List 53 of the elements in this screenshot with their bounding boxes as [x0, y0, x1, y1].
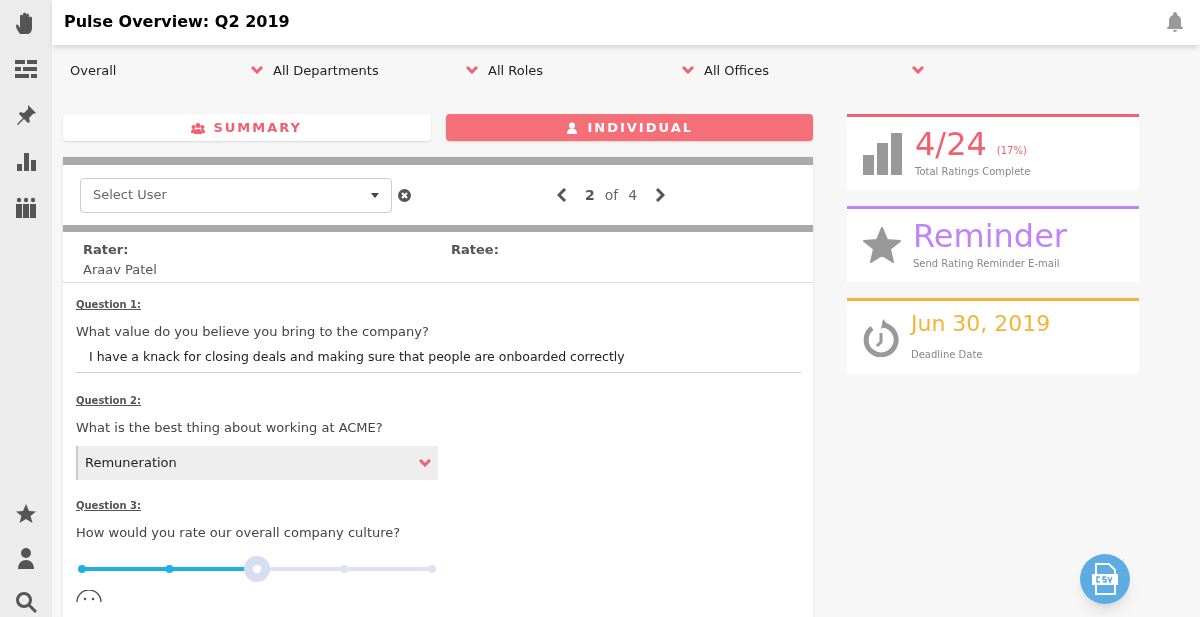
chevron-down-icon — [912, 66, 924, 75]
page-number: 2 — [585, 185, 595, 205]
stat-caption: Deadline Date — [911, 348, 984, 362]
next-icon[interactable] — [655, 188, 666, 202]
bar-chart-icon — [863, 132, 903, 175]
previous-icon[interactable] — [557, 188, 567, 202]
stat-value: 4/24 — [915, 128, 987, 160]
layout-icon — [15, 58, 37, 80]
stat-card[interactable]: Reminder Send Rating Reminder E-mail — [847, 206, 1139, 282]
user-icon — [565, 121, 580, 134]
face-icon — [76, 590, 102, 603]
select-user-dropdown[interactable]: Select User — [80, 177, 392, 213]
filter-dropdown[interactable]: Overall — [70, 60, 273, 80]
bar-chart-icon — [15, 150, 37, 172]
chevron-down-icon — [466, 66, 478, 75]
star-icon — [863, 226, 901, 265]
rater-name: Araav Patel — [83, 260, 158, 279]
page-title: Pulse Overview: Q2 2019 — [64, 11, 290, 34]
question-text: What is the best thing about working at ACME? — [76, 419, 384, 438]
clear-icon[interactable] — [398, 188, 411, 202]
chevron-down-icon — [419, 458, 431, 467]
ratee-label: Ratee: — [451, 242, 499, 257]
filter-dropdown[interactable]: All Offices — [704, 60, 934, 80]
page-total: 4 — [628, 185, 638, 205]
people-icon — [15, 196, 37, 218]
page-of-label: of — [604, 185, 619, 205]
chevron-down-icon — [251, 66, 263, 75]
answer-field: I have a knack for closing deals and making sure that people are onboarded correctly — [76, 347, 801, 374]
timer-icon — [863, 318, 899, 357]
person-icon — [15, 547, 37, 569]
stat-caption: Total Ratings Complete — [915, 165, 1031, 179]
stat-value: Reminder — [913, 220, 1067, 252]
question-label: Question 2: — [76, 394, 142, 409]
question-text: How would you rate our overall company culture? — [76, 523, 402, 542]
star-icon — [15, 503, 37, 525]
question-label: Question 1: — [76, 298, 142, 312]
question-text: What value do you believe you bring to the company? — [76, 323, 430, 341]
caret-icon — [371, 192, 379, 198]
csv-file-icon — [1091, 563, 1119, 595]
stat-caption: Send Rating Reminder E-mail — [913, 257, 1061, 271]
slider-thumb[interactable] — [244, 556, 270, 583]
answer-dropdown[interactable]: Remuneration — [76, 445, 438, 480]
group-icon — [191, 121, 206, 134]
rater-label: Rater: — [83, 241, 130, 259]
stat-value: Jun 30, 2019 — [911, 313, 1051, 335]
search-icon — [15, 591, 37, 613]
chevron-down-icon — [682, 66, 694, 75]
pin-icon — [15, 104, 37, 126]
filter-dropdown[interactable]: All Roles — [488, 60, 704, 80]
question-label: Question 3: — [76, 498, 142, 513]
stat-percent: (17%) — [996, 144, 1027, 158]
bell-icon[interactable] — [1166, 12, 1184, 33]
filter-dropdown[interactable]: All Departments — [273, 60, 488, 80]
